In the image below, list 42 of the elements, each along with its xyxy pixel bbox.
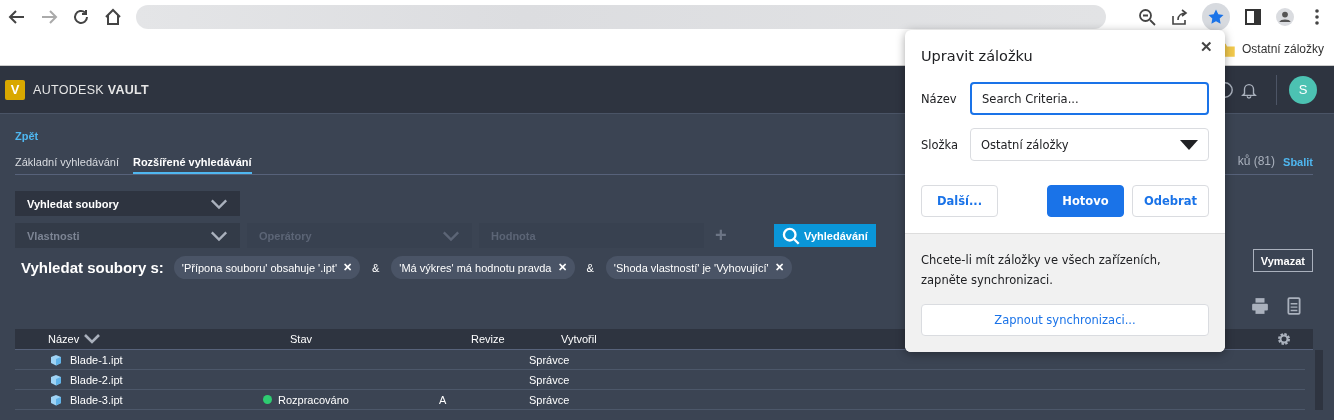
- creator-cell: Správce: [529, 393, 570, 406]
- dialog-button[interactable]: Další...: [921, 185, 998, 217]
- field-label: Složka: [921, 137, 960, 152]
- file-name[interactable]: Blade-3.ipt: [70, 393, 258, 406]
- brand-name: AUTODESK VAULT: [33, 82, 150, 97]
- field-label: Název: [921, 91, 958, 106]
- remove-button[interactable]: ✕: [343, 261, 352, 274]
- creator-cell: Správce: [529, 353, 570, 366]
- creator-cell: Správce: [529, 373, 570, 386]
- criteria-joiner: &: [586, 261, 594, 274]
- app-logo: V: [5, 79, 25, 100]
- sync-button[interactable]: Zapnout synchronizaci...: [921, 304, 1209, 336]
- search-type-dropdown[interactable]: Vyhledat soubory: [15, 191, 240, 216]
- search-tab[interactable]: Rozšířené vyhledávání: [132, 154, 252, 174]
- sync-message: Chcete-li mít záložky ve všech zařízeních, zapněte synchronizaci.: [921, 252, 1162, 289]
- file-name[interactable]: Blade-1.ipt: [70, 353, 258, 366]
- collapse-link[interactable]: Sbalit: [1283, 156, 1313, 168]
- column-header[interactable]: Revize: [471, 333, 505, 345]
- bookmark-folder[interactable]: Ostatní záložky: [1241, 42, 1324, 56]
- status-text: Rozpracováno: [278, 393, 349, 406]
- criteria-label: Vyhledat soubory s:: [21, 259, 164, 276]
- results-count: ků (81): [1237, 154, 1276, 168]
- criterion-text: 'Má výkres' má hodnotu pravda: [399, 261, 552, 274]
- dialog-button[interactable]: Hotovo: [1047, 185, 1124, 217]
- column-header[interactable]: Stav: [290, 333, 312, 345]
- column-header[interactable]: Vytvořil: [561, 333, 597, 345]
- back-link[interactable]: Zpět: [15, 130, 39, 142]
- remove-button[interactable]: ✕: [774, 261, 784, 274]
- search-tab[interactable]: Základní vyhledávání: [15, 154, 119, 174]
- remove-button[interactable]: ✕: [557, 261, 567, 274]
- file-name[interactable]: Blade-2.ipt: [70, 373, 258, 386]
- column-header[interactable]: Název: [48, 333, 80, 345]
- dialog-button[interactable]: Odebrat: [1132, 185, 1209, 217]
- close-button[interactable]: ✕: [1200, 38, 1213, 56]
- criterion-text: 'Přípona souboru' obsahuje '.ipt': [181, 261, 337, 274]
- dialog-title: Upravit záložku: [921, 48, 1034, 64]
- folder-dropdown[interactable]: Ostatní záložky: [970, 128, 1209, 161]
- criteria-joiner: &: [372, 261, 380, 274]
- revision-cell: A: [439, 393, 447, 406]
- criterion-text: 'Shoda vlastností' je 'Vyhovující': [613, 261, 769, 274]
- name-field[interactable]: Search Criteria...: [970, 82, 1209, 115]
- clear-button[interactable]: Vymazat: [1252, 249, 1313, 272]
